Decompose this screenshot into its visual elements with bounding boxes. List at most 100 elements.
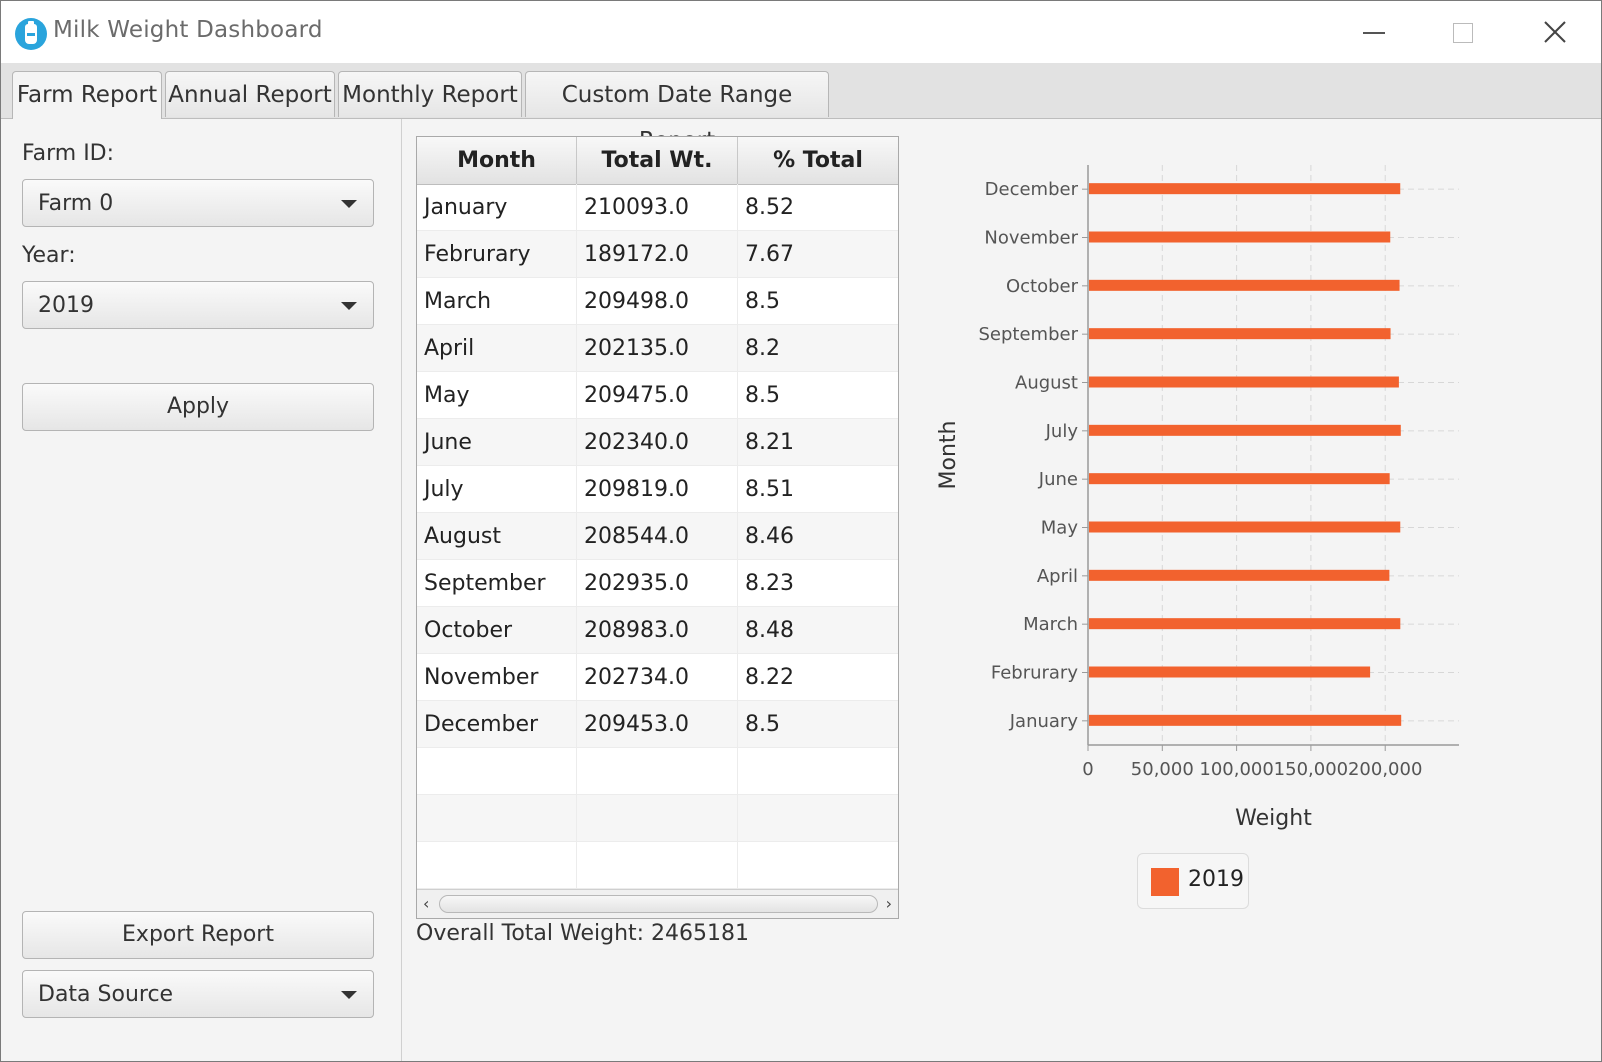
- cell-total-weight: 210093.0: [577, 184, 738, 231]
- table-row[interactable]: Februrary 189172.0 7.67: [417, 231, 898, 278]
- table-row[interactable]: December 209453.0 8.5: [417, 701, 898, 748]
- data-source-select[interactable]: Data Source: [22, 970, 374, 1018]
- cell-month: [417, 748, 577, 795]
- bar-may: [1089, 521, 1401, 533]
- milk-bottle-icon: [15, 18, 47, 50]
- cell-percent-total: 8.22: [745, 665, 794, 690]
- column-header-month[interactable]: Month: [417, 137, 577, 184]
- x-tick-label: 50,000: [1131, 759, 1194, 780]
- y-tick-label: December: [985, 179, 1079, 200]
- cell-total-weight: 202135.0: [577, 325, 738, 372]
- cell-month: December: [417, 701, 577, 748]
- cell-percent-total: 8.2: [745, 336, 780, 361]
- cell-percent-total: [738, 748, 898, 795]
- year-select[interactable]: 2019: [22, 281, 374, 329]
- tab-monthly-report[interactable]: Monthly Report: [338, 71, 522, 117]
- y-tick-label: June: [1038, 469, 1078, 490]
- table-row[interactable]: January 210093.0 8.52: [417, 184, 898, 231]
- cell-month: June: [417, 419, 577, 466]
- cell-month: Februrary: [417, 231, 577, 278]
- export-report-button[interactable]: Export Report: [22, 911, 374, 959]
- y-tick-label: May: [1041, 518, 1079, 539]
- farm-id-select[interactable]: Farm 0: [22, 179, 374, 227]
- x-axis-title: Weight: [1235, 806, 1312, 831]
- data-source-value: Data Source: [38, 982, 174, 1007]
- cell-month: November: [417, 654, 577, 701]
- minimize-icon: [1363, 32, 1385, 34]
- table-row[interactable]: September 202935.0 8.23: [417, 560, 898, 607]
- cell-percent-total: 8.51: [745, 477, 794, 502]
- bar-april: [1089, 569, 1390, 581]
- year-label: Year:: [22, 243, 76, 268]
- table-row[interactable]: July 209819.0 8.51: [417, 466, 898, 513]
- tab-custom-date-range-report[interactable]: Custom Date Range Report: [525, 71, 829, 154]
- cell-month: [417, 795, 577, 842]
- window-title: Milk Weight Dashboard: [53, 17, 323, 43]
- legend-swatch-2019: [1151, 868, 1179, 896]
- cell-total-weight: 209475.0: [577, 372, 738, 419]
- y-tick-label: July: [1045, 421, 1079, 442]
- table-row[interactable]: March 209498.0 8.5: [417, 278, 898, 325]
- legend-label-2019: 2019: [1188, 867, 1244, 892]
- weight-bar-chart: January Februrary March April May June July Aug…: [936, 165, 1459, 831]
- maximize-button[interactable]: [1419, 1, 1509, 63]
- title-bar: Milk Weight Dashboard: [1, 1, 1601, 63]
- bar-october: [1089, 279, 1400, 291]
- close-button[interactable]: [1511, 1, 1601, 63]
- apply-button[interactable]: Apply: [22, 383, 374, 431]
- cell-percent-total: 8.23: [745, 571, 794, 596]
- monthly-weight-table[interactable]: Month Total Wt. % Total January 210093.0 8…: [416, 136, 899, 919]
- maximize-icon: [1453, 23, 1473, 43]
- overall-total-weight: Overall Total Weight: 2465181: [416, 921, 750, 946]
- scrollbar-thumb[interactable]: [439, 895, 878, 913]
- cell-percent-total: 8.46: [745, 524, 794, 549]
- cell-total-weight: [577, 748, 738, 795]
- table-row[interactable]: June 202340.0 8.21: [417, 419, 898, 466]
- table-row[interactable]: [417, 795, 898, 842]
- y-tick-label: April: [1037, 566, 1078, 587]
- bar-march: [1089, 618, 1401, 630]
- y-axis-title: Month: [936, 421, 961, 490]
- table-row[interactable]: May 209475.0 8.5: [417, 372, 898, 419]
- tab-farm-report[interactable]: Farm Report: [12, 71, 162, 119]
- y-tick-label: Februrary: [991, 663, 1079, 684]
- cell-total-weight: 208983.0: [577, 607, 738, 654]
- scroll-left-icon[interactable]: ‹: [423, 896, 429, 912]
- table-row[interactable]: October 208983.0 8.48: [417, 607, 898, 654]
- minimize-button[interactable]: [1331, 1, 1421, 63]
- chevron-down-icon: [341, 302, 357, 310]
- tab-annual-report[interactable]: Annual Report: [165, 71, 335, 117]
- y-tick-label: January: [1009, 711, 1079, 732]
- close-icon: [1544, 21, 1566, 43]
- table-row[interactable]: August 208544.0 8.46: [417, 513, 898, 560]
- year-value: 2019: [38, 293, 94, 318]
- bar-june: [1089, 473, 1390, 485]
- y-tick-label: September: [979, 324, 1079, 345]
- column-header-total-weight[interactable]: Total Wt.: [577, 137, 738, 184]
- table-row[interactable]: [417, 748, 898, 795]
- bar-september: [1089, 328, 1391, 340]
- cell-percent-total: 8.5: [745, 289, 780, 314]
- x-tick-label: 100,000: [1199, 759, 1273, 780]
- chevron-down-icon: [341, 991, 357, 999]
- bar-july: [1089, 424, 1401, 436]
- scroll-right-icon[interactable]: ›: [886, 896, 892, 912]
- cell-total-weight: 189172.0: [577, 231, 738, 278]
- table-row[interactable]: November 202734.0 8.22: [417, 654, 898, 701]
- table-row[interactable]: [417, 842, 898, 889]
- cell-month: July: [417, 466, 577, 513]
- cell-percent-total: 8.52: [745, 195, 794, 220]
- cell-month: March: [417, 278, 577, 325]
- farm-id-label: Farm ID:: [22, 141, 115, 166]
- table-row[interactable]: April 202135.0 8.2: [417, 325, 898, 372]
- bar-august: [1089, 376, 1399, 388]
- cell-percent-total: 8.5: [745, 383, 780, 408]
- column-header-percent-total[interactable]: % Total: [738, 137, 898, 184]
- bar-january: [1089, 714, 1402, 726]
- y-tick-label: November: [984, 228, 1078, 249]
- horizontal-scrollbar[interactable]: ‹ ›: [417, 889, 898, 918]
- cell-month: April: [417, 325, 577, 372]
- cell-percent-total: 8.5: [745, 712, 780, 737]
- cell-total-weight: 202340.0: [577, 419, 738, 466]
- cell-total-weight: 202935.0: [577, 560, 738, 607]
